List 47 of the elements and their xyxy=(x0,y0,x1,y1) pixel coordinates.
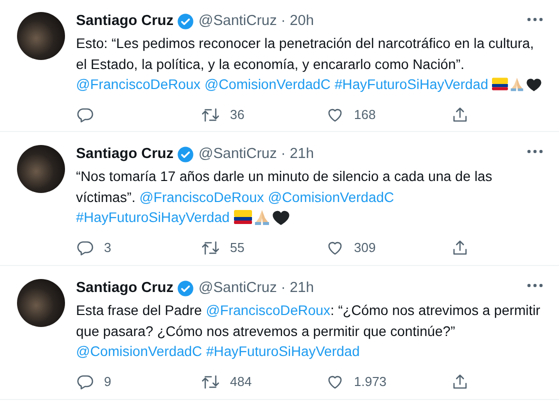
separator-dot: · xyxy=(280,13,286,29)
retweet-icon[interactable] xyxy=(201,238,220,256)
more-options-icon[interactable] xyxy=(526,149,544,154)
heart-icon xyxy=(272,208,290,226)
retweet-icon[interactable] xyxy=(201,106,220,124)
praying-hands-icon xyxy=(252,208,271,226)
like-count: 168 xyxy=(354,107,376,122)
tweet-text: víctimas”. xyxy=(76,188,136,206)
avatar[interactable] xyxy=(17,145,65,193)
separator-dot: · xyxy=(280,146,286,162)
retweet-count: 484 xyxy=(230,374,252,389)
share-icon[interactable] xyxy=(451,106,469,124)
heart-icon xyxy=(526,76,542,93)
author-name[interactable]: Santiago Cruz xyxy=(76,13,174,29)
reply-count: 9 xyxy=(104,374,112,389)
author-handle[interactable]: @SantiCruz xyxy=(198,13,277,29)
flag-icon xyxy=(492,77,508,92)
tweet-time[interactable]: 20h xyxy=(290,13,314,29)
tweet-text: que pasara? ¿Cómo nos atrevemos a permitir que continúe?” xyxy=(76,322,456,341)
author-name[interactable]: Santiago Cruz xyxy=(76,280,174,296)
like-count: 309 xyxy=(354,240,376,255)
author-handle[interactable]: @SantiCruz xyxy=(198,146,277,162)
tweet-text: Esta frase del Padre xyxy=(76,301,202,320)
retweet-icon[interactable] xyxy=(201,372,220,390)
retweet-count: 55 xyxy=(230,240,244,255)
tweet-text: : “¿Cómo nos atrevimos a permitir xyxy=(330,301,540,320)
share-icon[interactable] xyxy=(451,238,469,256)
reply-count: 3 xyxy=(104,240,112,255)
author-name[interactable]: Santiago Cruz xyxy=(76,146,174,162)
flag-icon xyxy=(234,210,252,224)
more-options-icon[interactable] xyxy=(526,283,544,288)
avatar[interactable] xyxy=(17,12,65,60)
tweet-text: el Estado, la política, y la economía, y encararlo como Nación”. xyxy=(76,54,464,74)
reply-icon[interactable] xyxy=(76,372,94,390)
tweet-text: “Nos tomaría 17 años darle un minuto de silencio a cada una de las xyxy=(76,167,492,186)
like-count: 1.973 xyxy=(354,374,387,389)
reply-icon[interactable] xyxy=(76,106,94,124)
separator-dot: · xyxy=(280,280,286,296)
more-options-icon[interactable] xyxy=(526,17,544,22)
share-icon[interactable] xyxy=(451,372,469,390)
retweet-count: 36 xyxy=(230,107,244,122)
reply-icon[interactable] xyxy=(76,238,94,256)
tweet-time[interactable]: 21h xyxy=(290,280,314,296)
author-handle[interactable]: @SantiCruz xyxy=(198,280,277,296)
avatar[interactable] xyxy=(17,279,65,327)
tweet-time[interactable]: 21h xyxy=(290,146,314,162)
tweet-text: Esto: “Les pedimos reconocer la penetración del narcotráfico en la cultura, xyxy=(76,34,534,53)
